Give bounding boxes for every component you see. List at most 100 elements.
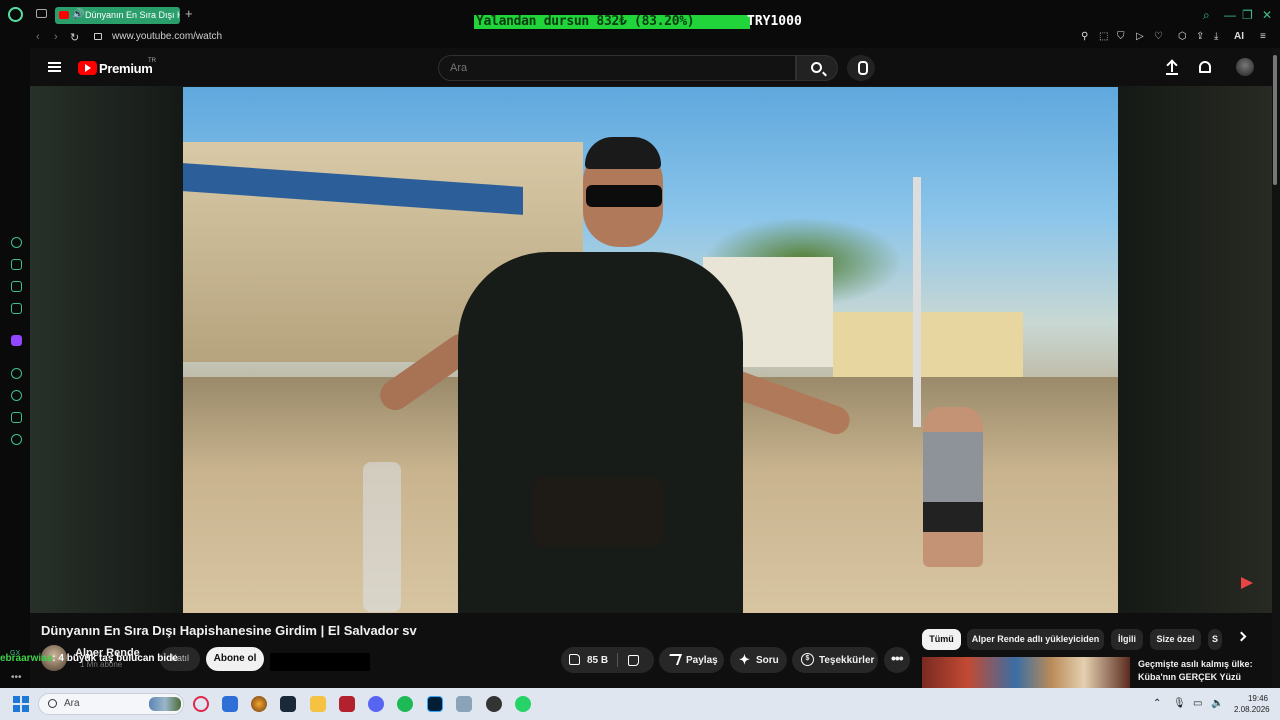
thanks-button[interactable]: $ Teşekkürler — [792, 647, 878, 673]
taskbar-network-app-icon[interactable] — [456, 696, 472, 712]
chip-all[interactable]: Tümü — [922, 629, 961, 650]
opera-gx-logo-icon[interactable] — [8, 7, 23, 22]
video-title: Dünyanın En Sıra Dışı Hapishanesine Gird… — [41, 623, 417, 638]
sidebar-snapshot-icon[interactable] — [11, 281, 22, 292]
sidebar-gx-control-icon[interactable] — [11, 237, 22, 248]
taskbar-acrobat-icon[interactable] — [339, 696, 355, 712]
chat-overlay-message: ebraarwiaa: 4 büyük taş bulucan bide — [0, 653, 178, 664]
sidebar-player-icon[interactable] — [11, 368, 22, 379]
page-scrollbar-thumb[interactable] — [1273, 55, 1277, 185]
video-scene-bottle — [363, 462, 401, 612]
extensions-icon[interactable]: ⬡ — [1178, 31, 1187, 42]
like-thumb-icon[interactable] — [569, 654, 580, 665]
tab-islands-icon[interactable] — [36, 9, 47, 18]
taskbar-search-highlight-image — [149, 697, 181, 711]
back-icon[interactable]: ‹ — [36, 31, 40, 43]
sidebar-twitch-icon[interactable] — [11, 335, 22, 346]
sidebar-messenger-icon[interactable] — [11, 303, 22, 314]
player-icon[interactable]: ▷ — [1136, 31, 1144, 42]
ask-label: Soru — [756, 655, 779, 666]
sidebar-extensions-icon[interactable] — [11, 412, 22, 423]
youtube-logo-icon[interactable] — [78, 61, 97, 75]
pin-icon[interactable]: ⚲ — [1081, 31, 1088, 42]
video-scene-child — [923, 407, 983, 567]
recommended-video-title[interactable]: Geçmişte asılı kalmış ülke: Küba'nın GER… — [1138, 658, 1273, 684]
minimize-icon[interactable]: — — [1224, 8, 1236, 22]
video-scene-bag — [533, 477, 663, 547]
windows-start-icon[interactable] — [13, 696, 29, 712]
vpn-shield-icon[interactable]: ⛉ — [1117, 31, 1125, 42]
aria-ai-button[interactable]: AI — [1234, 31, 1244, 42]
forward-icon[interactable]: › — [54, 31, 58, 43]
chip-uploader[interactable]: Alper Rende adlı yükleyiciden — [967, 629, 1104, 650]
new-tab-button[interactable]: + — [185, 6, 193, 21]
menu-icon[interactable]: ≡ — [1260, 31, 1266, 42]
like-dislike-group: 85 B — [561, 647, 654, 673]
taskbar-discord-icon[interactable] — [368, 696, 384, 712]
search-tabs-icon[interactable]: ⌕ — [1203, 8, 1210, 23]
speaker-icon[interactable]: 🔊 — [72, 9, 84, 20]
share-arrow-icon — [665, 654, 683, 665]
chip-for-you[interactable]: Size özel — [1150, 629, 1201, 650]
restore-icon[interactable]: ❐ — [1242, 8, 1253, 22]
dislike-thumb-icon[interactable] — [628, 655, 639, 666]
youtube-premium-logo[interactable]: Premium — [99, 61, 153, 76]
tray-overflow-icon[interactable]: ⌃ — [1153, 698, 1161, 709]
taskbar-clock[interactable]: 19:46 2.08.2026 — [1234, 693, 1270, 715]
voice-search-icon[interactable] — [847, 55, 875, 81]
clock-time: 19:46 — [1247, 694, 1268, 703]
taskbar-app-icon[interactable] — [222, 696, 238, 712]
video-frame[interactable] — [183, 87, 1118, 613]
snapshot-icon[interactable]: ⬚ — [1099, 31, 1108, 42]
channel-watermark-icon[interactable] — [1241, 577, 1253, 589]
taskbar-search-icon — [48, 699, 57, 708]
sidebar-settings-icon[interactable] — [11, 434, 22, 445]
taskbar-spotify-icon[interactable] — [397, 696, 413, 712]
search-icon — [811, 62, 822, 73]
taskbar-search[interactable]: Ara — [38, 693, 184, 715]
close-icon[interactable]: ✕ — [1262, 8, 1272, 22]
chat-username: ebraarwiaa — [0, 653, 53, 664]
share-page-icon[interactable]: ⇪ — [1196, 31, 1204, 42]
search-input[interactable] — [438, 55, 796, 81]
windows-taskbar — [0, 688, 1280, 720]
recommended-video-thumbnail[interactable] — [922, 657, 1130, 688]
taskbar-steam-icon[interactable] — [280, 696, 296, 712]
tray-volume-icon[interactable]: 🔈 — [1211, 698, 1223, 709]
taskbar-search-label: Ara — [64, 698, 80, 709]
tab-title: Dünyanın En Sıra Dışı Ha — [85, 10, 180, 20]
reload-icon[interactable]: ↻ — [70, 31, 79, 44]
create-upload-icon[interactable] — [1166, 61, 1178, 75]
search-button[interactable] — [796, 55, 838, 81]
lock-icon[interactable] — [94, 33, 102, 40]
share-button[interactable]: Paylaş — [659, 647, 724, 673]
more-actions-button[interactable]: ••• — [884, 647, 910, 673]
tray-mic-icon[interactable]: 🎙 — [1173, 698, 1186, 709]
heart-icon[interactable]: ♡ — [1154, 31, 1163, 42]
taskbar-file-explorer-icon[interactable] — [310, 696, 326, 712]
region-label: TR — [148, 58, 156, 64]
taskbar-photoshop-icon[interactable] — [427, 696, 443, 712]
sidebar-gx-corner-icon[interactable] — [11, 259, 22, 270]
chip-related[interactable]: İlgili — [1111, 629, 1143, 650]
taskbar-whatsapp-icon[interactable] — [515, 696, 531, 712]
taskbar-media-app-icon[interactable] — [486, 696, 502, 712]
ask-button[interactable]: ✦ Soru — [730, 647, 787, 673]
subscribe-button[interactable]: Abone ol — [206, 647, 264, 671]
chat-text: : 4 büyük taş bulucan bide — [52, 653, 178, 664]
chevron-right-icon[interactable] — [1236, 631, 1247, 642]
account-avatar[interactable] — [1236, 58, 1254, 76]
recommended-title-line1: Geçmişte asılı kalmış ülke: — [1138, 659, 1253, 669]
like-count[interactable]: 85 B — [587, 655, 608, 666]
taskbar-game-launcher-icon[interactable] — [251, 696, 267, 712]
hamburger-menu-icon[interactable] — [48, 62, 61, 64]
tray-network-icon[interactable]: ▭ — [1193, 698, 1202, 709]
sidebar-history-icon[interactable] — [11, 390, 22, 401]
chip-partial[interactable]: S — [1208, 629, 1222, 650]
taskbar-opera-gx-icon[interactable] — [193, 696, 209, 712]
sidebar-more-icon[interactable]: ••• — [11, 672, 22, 683]
tab-youtube[interactable]: 🔊 Dünyanın En Sıra Dışı Ha — [55, 7, 180, 24]
notifications-bell-icon[interactable] — [1199, 61, 1211, 73]
url-field[interactable]: www.youtube.com/watch — [112, 31, 222, 42]
download-icon[interactable]: ⤓ — [1214, 31, 1218, 42]
